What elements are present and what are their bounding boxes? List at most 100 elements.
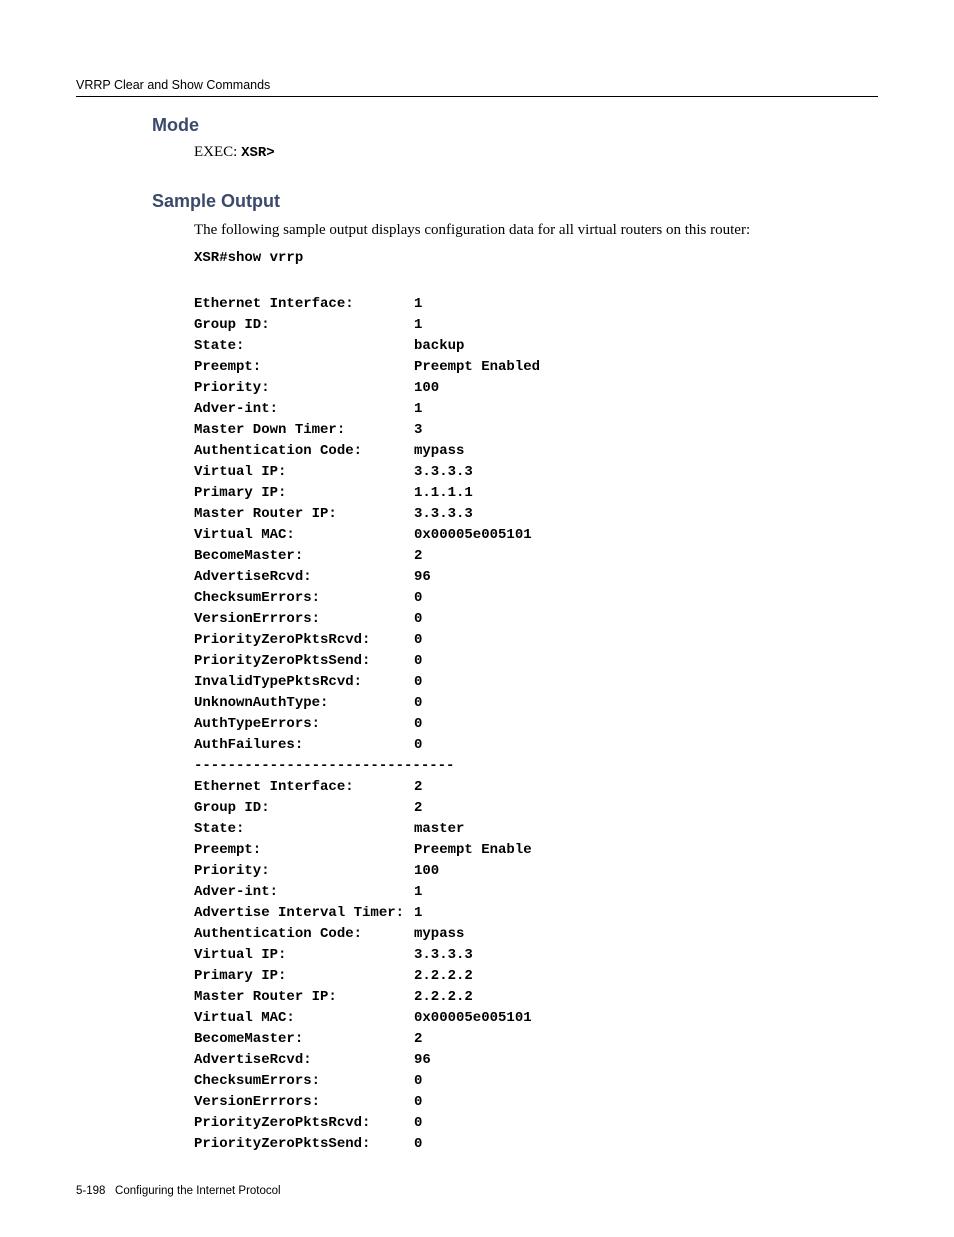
exec-prompt: XSR> bbox=[241, 145, 275, 161]
output-row-label: Group ID: bbox=[194, 798, 414, 819]
output-row-value: 0 bbox=[414, 1073, 422, 1089]
page-header: VRRP Clear and Show Commands bbox=[76, 78, 878, 97]
output-row: Ethernet Interface:2 bbox=[194, 777, 878, 798]
output-row-value: 3.3.3.3 bbox=[414, 464, 473, 480]
output-row-label: Master Down Timer: bbox=[194, 420, 414, 441]
output-row-value: 1 bbox=[414, 905, 422, 921]
output-row-value: 1 bbox=[414, 296, 422, 312]
output-row-value: 0 bbox=[414, 590, 422, 606]
output-row-label: Virtual MAC: bbox=[194, 525, 414, 546]
output-row-value: 0 bbox=[414, 632, 422, 648]
output-row-label: Virtual IP: bbox=[194, 462, 414, 483]
output-row: Group ID:1 bbox=[194, 315, 878, 336]
output-row-value: 1 bbox=[414, 401, 422, 417]
output-row-value: 2 bbox=[414, 1031, 422, 1047]
output-row: Master Down Timer:3 bbox=[194, 420, 878, 441]
output-row-label: BecomeMaster: bbox=[194, 1029, 414, 1050]
output-row-label: AuthTypeErrors: bbox=[194, 714, 414, 735]
output-row-value: 0x00005e005101 bbox=[414, 1010, 532, 1026]
output-divider: ------------------------------- bbox=[194, 756, 878, 777]
footer-page-ref: 5-198 bbox=[76, 1185, 105, 1197]
output-row-label: Group ID: bbox=[194, 315, 414, 336]
output-row-value: mypass bbox=[414, 443, 464, 459]
output-row-label: Ethernet Interface: bbox=[194, 294, 414, 315]
output-row-value: 0 bbox=[414, 737, 422, 753]
output-row-label: PriorityZeroPktsSend: bbox=[194, 651, 414, 672]
output-block: Ethernet Interface:1Group ID:1State:back… bbox=[194, 294, 878, 1155]
output-row-value: Preempt Enable bbox=[414, 842, 532, 858]
output-row: State:backup bbox=[194, 336, 878, 357]
output-row: Virtual IP:3.3.3.3 bbox=[194, 945, 878, 966]
output-row: Priority:100 bbox=[194, 861, 878, 882]
output-row: Master Router IP:3.3.3.3 bbox=[194, 504, 878, 525]
output-row: VersionErrrors:0 bbox=[194, 1092, 878, 1113]
sample-output-intro: The following sample output displays con… bbox=[194, 220, 878, 240]
output-row-value: 0 bbox=[414, 611, 422, 627]
output-row: AdvertiseRcvd:96 bbox=[194, 1050, 878, 1071]
output-row-value: 0 bbox=[414, 674, 422, 690]
output-row-value: mypass bbox=[414, 926, 464, 942]
output-row: State:master bbox=[194, 819, 878, 840]
output-row: Priority:100 bbox=[194, 378, 878, 399]
output-row-value: 0x00005e005101 bbox=[414, 527, 532, 543]
output-row: BecomeMaster:2 bbox=[194, 1029, 878, 1050]
output-row-value: 0 bbox=[414, 1136, 422, 1152]
output-row: PriorityZeroPktsSend:0 bbox=[194, 651, 878, 672]
exec-label: EXEC: bbox=[194, 144, 241, 160]
output-row: Primary IP:2.2.2.2 bbox=[194, 966, 878, 987]
output-group-1: Ethernet Interface:1Group ID:1State:back… bbox=[194, 294, 878, 756]
output-row-value: 3.3.3.3 bbox=[414, 506, 473, 522]
output-row-value: 2.2.2.2 bbox=[414, 968, 473, 984]
output-row-value: backup bbox=[414, 338, 464, 354]
output-row-label: UnknownAuthType: bbox=[194, 693, 414, 714]
footer-title: Configuring the Internet Protocol bbox=[115, 1185, 281, 1197]
output-row-label: AdvertiseRcvd: bbox=[194, 1050, 414, 1071]
output-row: Authentication Code:mypass bbox=[194, 441, 878, 462]
output-row: BecomeMaster:2 bbox=[194, 546, 878, 567]
output-row-value: 3 bbox=[414, 422, 422, 438]
output-row-label: Ethernet Interface: bbox=[194, 777, 414, 798]
output-row: PriorityZeroPktsRcvd:0 bbox=[194, 630, 878, 651]
output-row-label: Preempt: bbox=[194, 840, 414, 861]
output-row-value: 0 bbox=[414, 1094, 422, 1110]
output-row-label: State: bbox=[194, 336, 414, 357]
output-row-label: Adver-int: bbox=[194, 399, 414, 420]
output-row: UnknownAuthType:0 bbox=[194, 693, 878, 714]
output-row-label: Master Router IP: bbox=[194, 504, 414, 525]
output-row-value: 0 bbox=[414, 716, 422, 732]
output-row-value: 96 bbox=[414, 1052, 431, 1068]
output-row-value: 1 bbox=[414, 884, 422, 900]
output-row-label: PriorityZeroPktsRcvd: bbox=[194, 1113, 414, 1134]
output-group-2: Ethernet Interface:2Group ID:2State:mast… bbox=[194, 777, 878, 1155]
output-row: Ethernet Interface:1 bbox=[194, 294, 878, 315]
output-row: Preempt:Preempt Enabled bbox=[194, 357, 878, 378]
output-row: Advertise Interval Timer:1 bbox=[194, 903, 878, 924]
output-row: AuthTypeErrors:0 bbox=[194, 714, 878, 735]
output-row-value: 1 bbox=[414, 317, 422, 333]
output-row-value: 96 bbox=[414, 569, 431, 585]
output-row-value: 2 bbox=[414, 548, 422, 564]
output-row: InvalidTypePktsRcvd:0 bbox=[194, 672, 878, 693]
output-row-value: Preempt Enabled bbox=[414, 359, 540, 375]
output-row-label: Primary IP: bbox=[194, 966, 414, 987]
output-row-label: PriorityZeroPktsSend: bbox=[194, 1134, 414, 1155]
output-row-label: Advertise Interval Timer: bbox=[194, 903, 414, 924]
output-row: PriorityZeroPktsRcvd:0 bbox=[194, 1113, 878, 1134]
output-row: Group ID:2 bbox=[194, 798, 878, 819]
output-row-label: Preempt: bbox=[194, 357, 414, 378]
output-row: PriorityZeroPktsSend:0 bbox=[194, 1134, 878, 1155]
output-row: Preempt:Preempt Enable bbox=[194, 840, 878, 861]
output-row: Virtual IP:3.3.3.3 bbox=[194, 462, 878, 483]
output-row: Virtual MAC:0x00005e005101 bbox=[194, 1008, 878, 1029]
output-row-label: Primary IP: bbox=[194, 483, 414, 504]
output-row: Primary IP:1.1.1.1 bbox=[194, 483, 878, 504]
output-row-label: InvalidTypePktsRcvd: bbox=[194, 672, 414, 693]
output-row-label: ChecksumErrors: bbox=[194, 1071, 414, 1092]
output-row: Adver-int:1 bbox=[194, 399, 878, 420]
output-row: VersionErrrors:0 bbox=[194, 609, 878, 630]
output-row-label: Priority: bbox=[194, 861, 414, 882]
exec-line: EXEC: XSR> bbox=[194, 144, 878, 161]
output-row-value: 2 bbox=[414, 800, 422, 816]
page-footer: 5-198 Configuring the Internet Protocol bbox=[76, 1185, 878, 1197]
output-row-label: Authentication Code: bbox=[194, 441, 414, 462]
